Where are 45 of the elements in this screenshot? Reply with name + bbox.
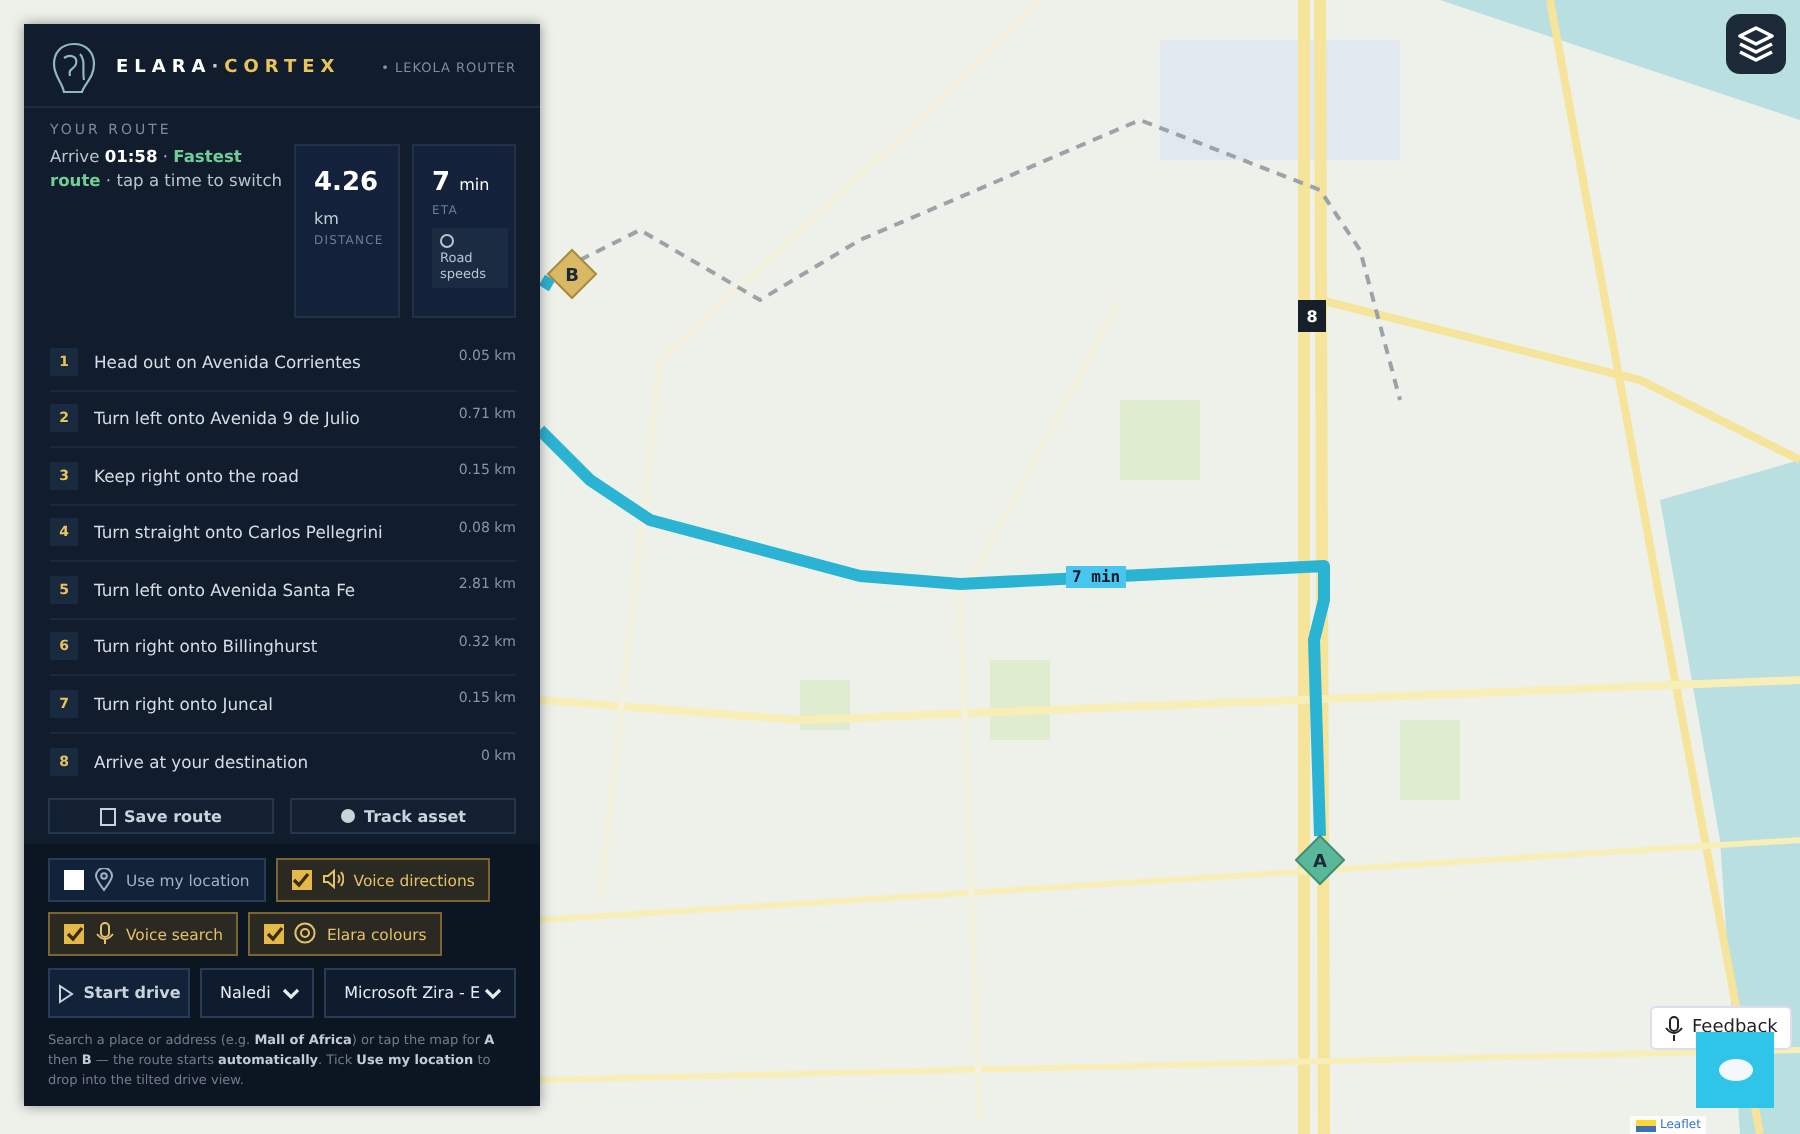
checkmark-icon: [292, 872, 311, 888]
checkmark-icon: [265, 926, 284, 942]
step-text: Turn straight onto Carlos Pellegrini: [94, 522, 385, 543]
step-text: Turn right onto Billinghurst: [94, 636, 320, 657]
microphone-icon: [94, 922, 116, 946]
head-logo-icon: [52, 42, 96, 94]
layers-icon: [1738, 26, 1774, 62]
chevron-down-icon: [484, 987, 502, 999]
end-marker[interactable]: B: [546, 248, 598, 300]
voice-select[interactable]: Naledi: [200, 968, 315, 1018]
route-time-label: 7 min: [1066, 566, 1127, 588]
eta-value: 7 min: [432, 168, 492, 198]
step-text: Turn right onto Juncal: [94, 693, 275, 714]
target-icon: [294, 922, 317, 946]
chevron-down-icon: [282, 987, 301, 999]
engine-select[interactable]: Microsoft Zira - E: [324, 968, 516, 1018]
step-text: Head out on Avenida Corrientes: [94, 351, 363, 372]
distance-value: 4.26: [314, 168, 381, 198]
checkbox[interactable]: [264, 924, 285, 944]
pin-icon: [94, 868, 116, 892]
speaker-icon: [321, 868, 344, 892]
checkbox[interactable]: [64, 870, 84, 890]
stop-marker[interactable]: 8: [1298, 300, 1326, 332]
track-asset-button[interactable]: Track asset: [290, 798, 516, 834]
bookmark-icon: [100, 807, 116, 825]
dot-icon: [340, 808, 357, 824]
arrive-summary: Arrive 01:58 · Fastest route · tap a time to switch: [50, 144, 282, 194]
radio-button[interactable]: [440, 234, 454, 248]
step-text: Keep right onto the road: [94, 465, 301, 486]
checkbox[interactable]: [64, 924, 84, 944]
step-text: Turn left onto Avenida 9 de Julio: [94, 408, 362, 429]
checkmark-icon: [65, 926, 83, 942]
start-marker[interactable]: A: [1294, 834, 1346, 886]
egg-icon: [1717, 1058, 1753, 1082]
step-text: Arrive at your destination: [94, 751, 311, 772]
layers-button[interactable]: [1726, 14, 1786, 74]
start-drive-button[interactable]: Start drive: [48, 968, 190, 1018]
save-route-button[interactable]: Save route: [48, 798, 274, 834]
flag-icon: [1636, 1119, 1656, 1131]
play-icon: [57, 983, 74, 1003]
distance-unit: km: [314, 210, 341, 228]
microphone-icon: [1664, 1015, 1684, 1041]
checkbox[interactable]: [291, 870, 312, 890]
brand-title: ELARA·CORTEX: [116, 58, 343, 78]
step-text: Turn left onto Avenida Santa Fe: [94, 579, 358, 600]
